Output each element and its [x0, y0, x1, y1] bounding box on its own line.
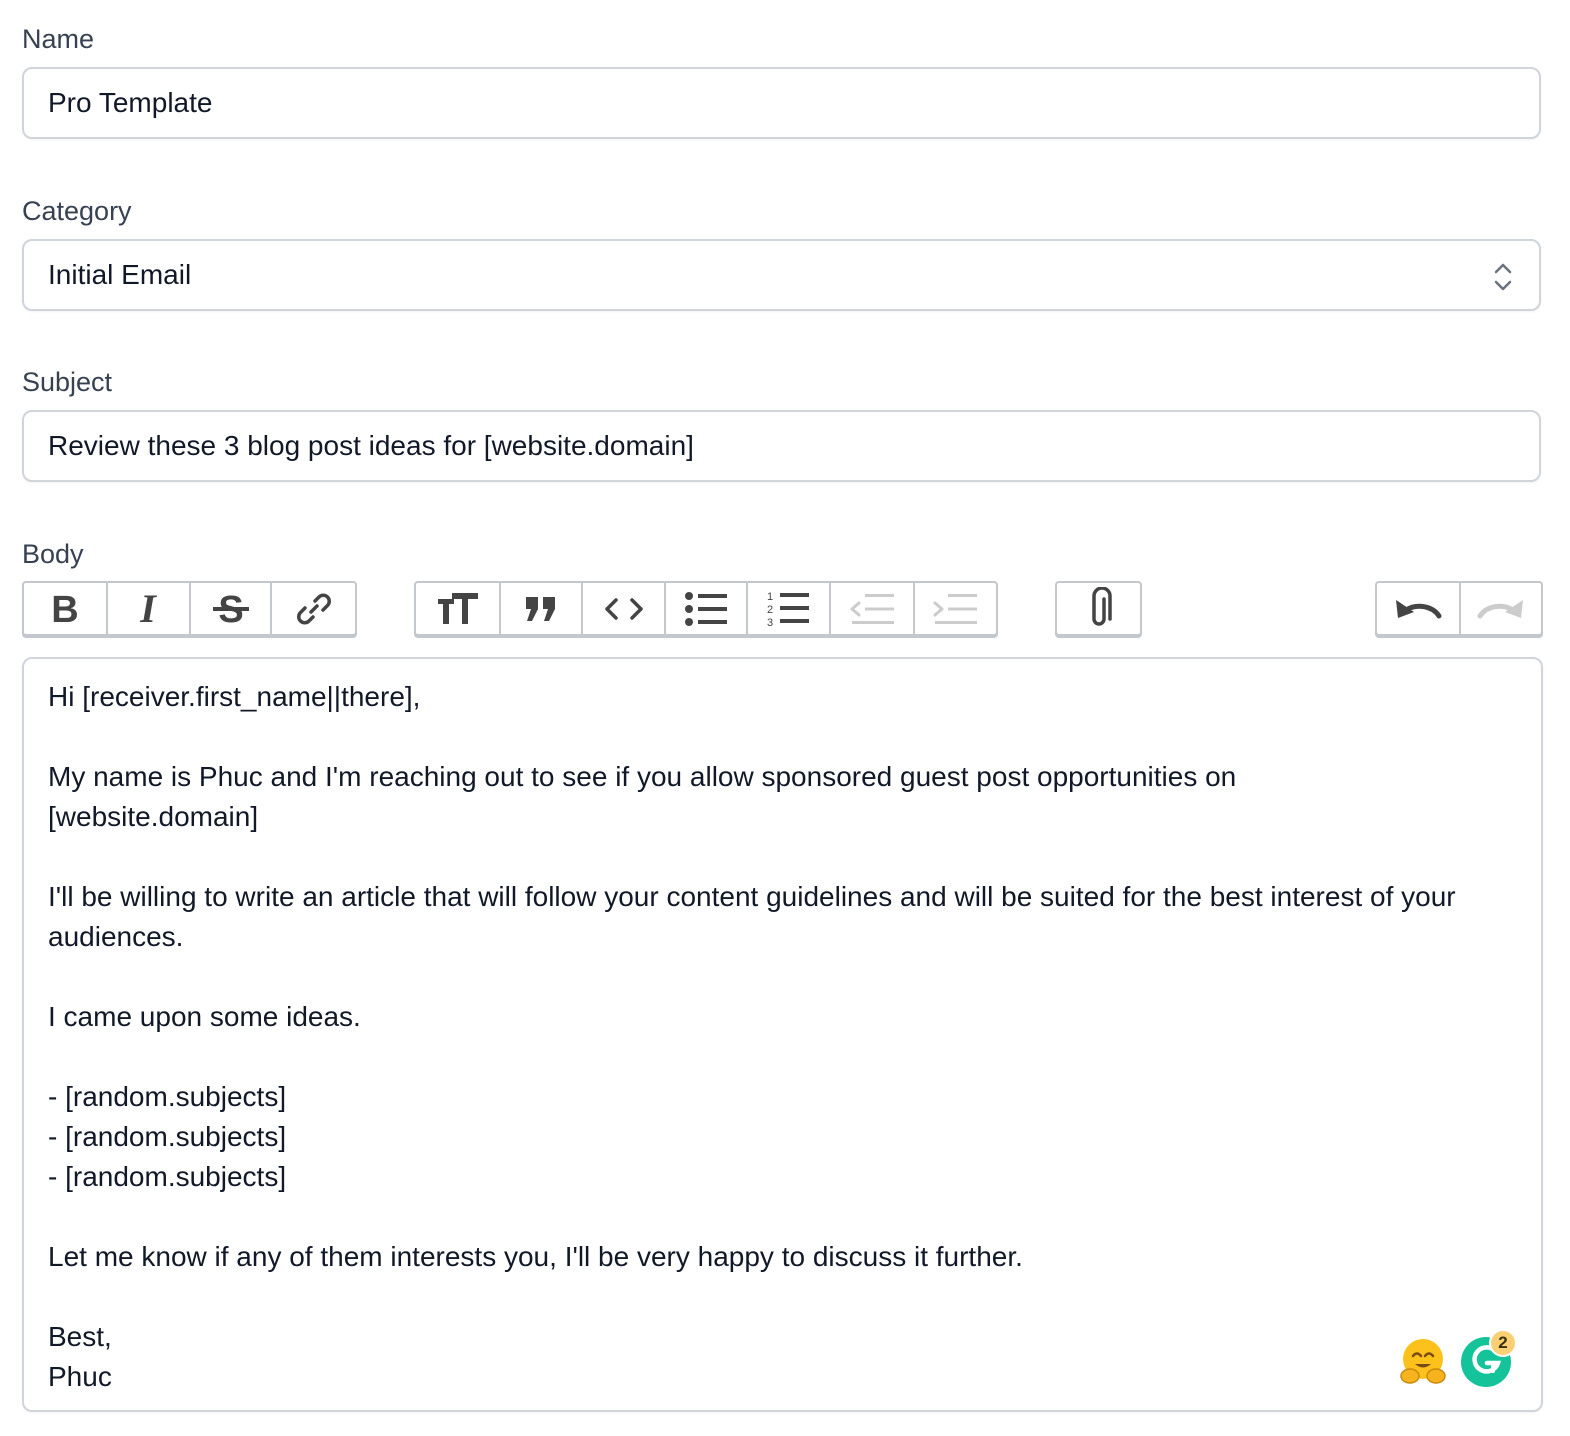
category-selected-value: Initial Email [48, 259, 192, 290]
bullet-list-icon [684, 591, 728, 627]
attach-icon [1084, 586, 1114, 631]
body-text[interactable]: Hi [receiver.first_name||there], My name… [48, 677, 1518, 1397]
outdent-icon [849, 591, 895, 627]
bullet-list-button[interactable] [666, 583, 748, 634]
strikethrough-button[interactable]: S [191, 583, 273, 634]
italic-button[interactable]: I [108, 583, 191, 634]
body-editor[interactable]: Hi [receiver.first_name||there], My name… [22, 657, 1543, 1412]
code-icon [604, 594, 644, 624]
text-format-group: B I S [22, 581, 357, 636]
link-button[interactable] [272, 583, 355, 634]
grammarly-issue-count: 2 [1489, 1329, 1517, 1357]
indent-button[interactable] [915, 583, 996, 634]
numbered-list-icon: 1 2 3 [766, 590, 810, 628]
undo-button[interactable] [1377, 583, 1461, 634]
subject-label: Subject [22, 367, 113, 397]
category-label: Category [22, 196, 132, 226]
subject-input[interactable]: Review these 3 blog post ideas for [webs… [22, 410, 1541, 482]
quote-button[interactable] [501, 583, 583, 634]
file-group [1055, 581, 1142, 636]
svg-text:B: B [51, 592, 78, 626]
indent-icon [932, 591, 978, 627]
redo-button[interactable] [1461, 583, 1541, 634]
bold-icon: B [50, 592, 80, 626]
grammarly-button[interactable]: 2 [1461, 1329, 1517, 1387]
link-icon [295, 590, 333, 628]
outdent-button[interactable] [831, 583, 915, 634]
category-select[interactable]: Initial Email [22, 239, 1541, 311]
quote-icon [524, 595, 558, 623]
code-button[interactable] [583, 583, 667, 634]
bold-button[interactable]: B [24, 583, 108, 634]
undo-icon [1394, 592, 1442, 626]
svg-text:1: 1 [767, 591, 773, 603]
svg-text:2: 2 [767, 604, 773, 616]
history-group [1375, 581, 1543, 636]
svg-text:3: 3 [767, 617, 773, 628]
select-chevrons-icon [1491, 261, 1515, 293]
svg-text:I: I [140, 592, 158, 626]
hugging-face-emoji-icon[interactable] [1398, 1336, 1448, 1386]
block-format-group: 1 2 3 [414, 581, 998, 636]
name-label: Name [22, 24, 95, 54]
name-input[interactable]: Pro Template [22, 67, 1541, 139]
heading-icon [436, 591, 480, 627]
italic-icon: I [133, 592, 163, 626]
body-label: Body [22, 539, 84, 569]
heading-button[interactable] [416, 583, 502, 634]
attach-button[interactable] [1057, 583, 1140, 634]
redo-icon [1477, 592, 1525, 626]
strikethrough-icon: S [211, 591, 251, 627]
numbered-list-button[interactable]: 1 2 3 [748, 583, 832, 634]
